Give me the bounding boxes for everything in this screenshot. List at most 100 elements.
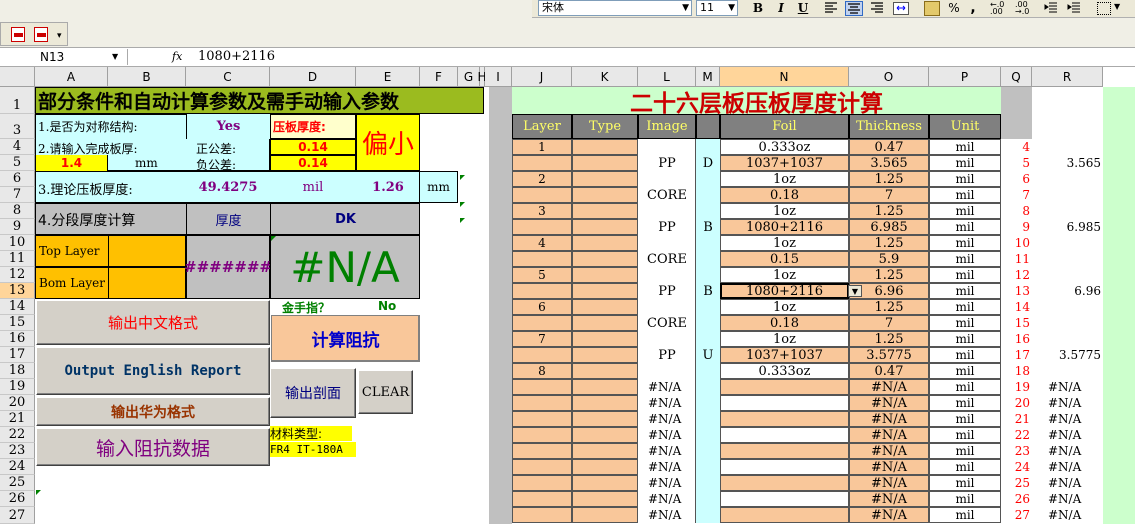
underline-button[interactable]: U [795, 1, 811, 17]
type-cell[interactable] [572, 267, 638, 283]
merge-center-icon[interactable] [893, 2, 909, 15]
type-cell[interactable] [572, 203, 638, 219]
material-value[interactable]: FR4 IT-180A [270, 442, 356, 457]
foil-cell[interactable]: 1080+2116 [720, 219, 849, 235]
column-header-b[interactable]: B [108, 67, 186, 87]
pdf-settings-icon[interactable] [34, 27, 48, 42]
foil-cell[interactable] [720, 507, 849, 523]
type-cell[interactable] [572, 315, 638, 331]
type-cell[interactable] [572, 379, 638, 395]
toolbar-options-icon[interactable]: ▾ [57, 31, 62, 41]
borders-icon[interactable] [1097, 2, 1111, 15]
column-header-a[interactable]: A [35, 67, 108, 87]
row-header[interactable]: 13 [0, 283, 35, 299]
row-header[interactable]: 17 [0, 347, 35, 363]
align-center-icon[interactable] [845, 1, 863, 16]
calc-impedance-button[interactable]: 计算阻抗 [271, 315, 420, 362]
row-header[interactable]: 16 [0, 331, 35, 347]
row-header[interactable]: 7 [0, 187, 35, 203]
font-size-select[interactable]: 11 ▼ [696, 0, 738, 16]
chevron-down-icon[interactable]: ▼ [848, 285, 862, 297]
column-header-k[interactable]: K [572, 67, 638, 87]
foil-cell[interactable] [720, 443, 849, 459]
type-cell[interactable] [572, 139, 638, 155]
foil-cell[interactable]: 1oz [720, 203, 849, 219]
type-cell[interactable] [572, 347, 638, 363]
clear-button[interactable]: CLEAR [358, 370, 413, 414]
currency-icon[interactable] [924, 1, 940, 16]
row-header[interactable]: 21 [0, 411, 35, 427]
type-cell[interactable] [572, 155, 638, 171]
row-header[interactable]: 27 [0, 507, 35, 524]
layer-cell[interactable] [512, 411, 572, 427]
foil-cell[interactable] [720, 491, 849, 507]
foil-cell[interactable]: 0.18 [720, 315, 849, 331]
type-cell[interactable] [572, 331, 638, 347]
row-header[interactable]: 3 [0, 114, 35, 139]
type-cell[interactable] [572, 443, 638, 459]
type-cell[interactable] [572, 219, 638, 235]
foil-cell[interactable] [720, 379, 849, 395]
percent-button[interactable]: % [947, 1, 961, 16]
foil-cell[interactable]: 0.18 [720, 187, 849, 203]
row-header[interactable]: 9 [0, 219, 35, 235]
gold-finger-value[interactable]: No [378, 299, 396, 313]
bom-layer-value[interactable] [108, 267, 186, 299]
select-all-corner[interactable] [0, 67, 35, 87]
foil-cell[interactable]: 0.333oz [720, 363, 849, 379]
row-header[interactable]: 24 [0, 459, 35, 475]
row-header[interactable]: 14 [0, 299, 35, 315]
column-header-p[interactable]: P [929, 67, 1001, 87]
row-header[interactable]: 15 [0, 315, 35, 331]
formula-input[interactable]: 1080+2116 [198, 49, 1098, 65]
foil-cell[interactable] [720, 427, 849, 443]
finish-thick-value[interactable]: 1.4 [36, 155, 108, 171]
foil-cell[interactable] [720, 395, 849, 411]
column-header-r[interactable]: R [1032, 67, 1103, 87]
font-name-select[interactable]: 宋体 ▼ [538, 0, 692, 16]
chevron-down-icon[interactable]: ▼ [1114, 2, 1120, 11]
decrease-indent-icon[interactable] [1044, 2, 1060, 15]
foil-cell[interactable]: 1oz [720, 235, 849, 251]
chevron-down-icon[interactable]: ▼ [728, 1, 735, 15]
layer-cell[interactable] [512, 251, 572, 267]
cn-format-button[interactable]: 输出中文格式 [36, 300, 270, 345]
type-cell[interactable] [572, 251, 638, 267]
layer-cell[interactable] [512, 187, 572, 203]
fx-icon[interactable]: fx [172, 50, 182, 63]
name-box[interactable]: N13 ▼ [0, 49, 128, 65]
foil-cell[interactable]: 1037+1037 [720, 347, 849, 363]
bold-button[interactable]: B [750, 1, 766, 17]
increase-indent-icon[interactable] [1067, 2, 1083, 15]
row-header[interactable]: 25 [0, 475, 35, 491]
row-header[interactable]: 18 [0, 363, 35, 379]
english-report-button[interactable]: Output English Report [36, 347, 270, 395]
chevron-down-icon[interactable]: ▼ [682, 1, 689, 15]
layer-cell[interactable] [512, 379, 572, 395]
layer-cell[interactable] [512, 427, 572, 443]
row-header[interactable]: 26 [0, 491, 35, 507]
type-cell[interactable] [572, 395, 638, 411]
column-header-c[interactable]: C [186, 67, 270, 87]
neg-tol-value[interactable]: 0.14 [270, 155, 356, 171]
row-header[interactable]: 5 [0, 155, 35, 171]
layer-cell[interactable] [512, 395, 572, 411]
foil-cell[interactable]: 1oz [720, 331, 849, 347]
type-cell[interactable] [572, 187, 638, 203]
layer-cell[interactable] [512, 315, 572, 331]
foil-cell[interactable]: 1oz [720, 171, 849, 187]
type-cell[interactable] [572, 475, 638, 491]
align-right-icon[interactable] [870, 2, 886, 15]
layer-cell[interactable] [512, 155, 572, 171]
decrease-decimal-icon[interactable]: .00 →.0 [1015, 1, 1035, 16]
type-cell[interactable] [572, 411, 638, 427]
layer-cell[interactable] [512, 219, 572, 235]
foil-cell[interactable]: 1037+1037 [720, 155, 849, 171]
type-cell[interactable] [572, 299, 638, 315]
comma-button[interactable]: , [967, 0, 979, 16]
column-header-j[interactable]: J [512, 67, 572, 87]
type-cell[interactable] [572, 363, 638, 379]
chevron-down-icon[interactable]: ▼ [112, 49, 118, 65]
input-impedance-button[interactable]: 输入阻抗数据 [36, 428, 270, 466]
column-header-i[interactable]: I [485, 67, 512, 87]
